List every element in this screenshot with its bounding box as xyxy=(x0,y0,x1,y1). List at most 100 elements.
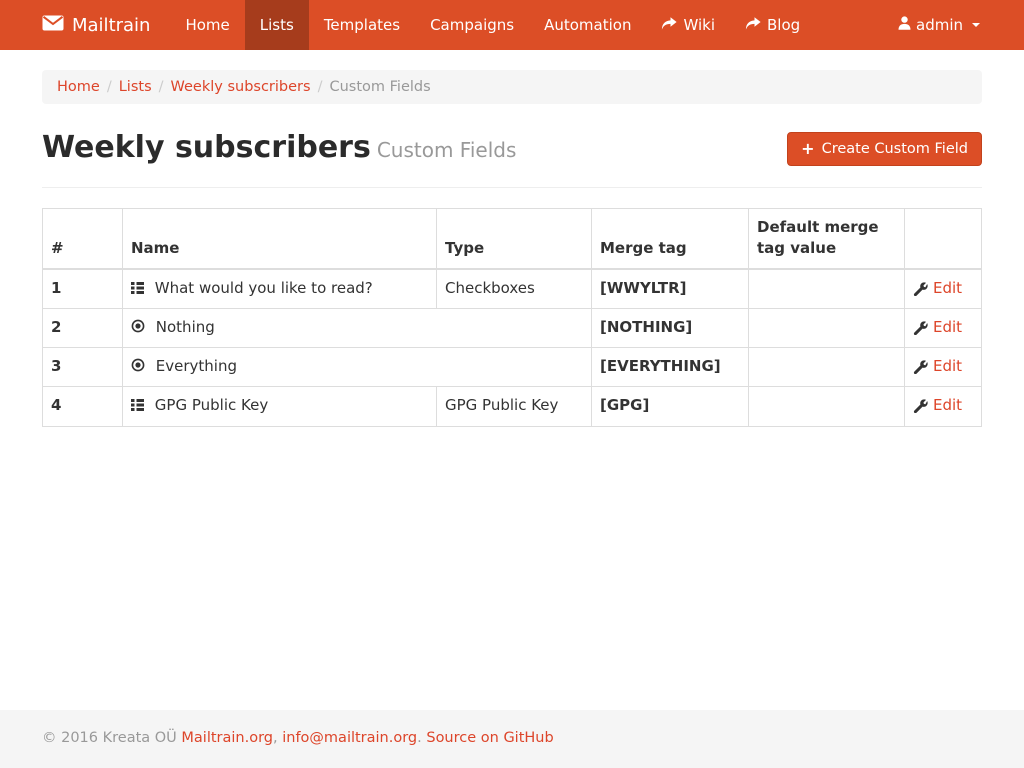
nav-label: Templates xyxy=(324,16,400,34)
brand-link[interactable]: Mailtrain xyxy=(42,0,170,50)
breadcrumb-separator: / xyxy=(152,79,171,95)
breadcrumb-separator: / xyxy=(311,79,330,95)
th-list-icon xyxy=(131,396,144,417)
footer-link-email[interactable]: info@mailtrain.org xyxy=(282,730,417,746)
footer-link-mailtrain[interactable]: Mailtrain.org xyxy=(181,730,273,746)
default-value-cell xyxy=(749,387,905,426)
nav-item-home: Home xyxy=(170,0,244,50)
create-custom-field-button[interactable]: + Create Custom Field xyxy=(787,132,982,166)
nav-item-blog: Blog xyxy=(730,0,815,50)
column-header-name: Name xyxy=(123,209,437,269)
row-number-cell: 3 xyxy=(43,348,123,387)
nav-item-wiki: Wiki xyxy=(646,0,730,50)
default-value-cell xyxy=(749,269,905,309)
share-icon xyxy=(661,16,677,34)
edit-label: Edit xyxy=(933,395,962,416)
nav-item-campaigns: Campaigns xyxy=(415,0,529,50)
wrench-icon xyxy=(913,395,928,416)
nav-label: Wiki xyxy=(683,16,715,34)
table-row: 2 Nothing [NOTHING] Edit xyxy=(43,308,982,347)
page-title-text: Weekly subscribers xyxy=(42,130,371,165)
field-name: Everything xyxy=(156,357,237,375)
brand-label: Mailtrain xyxy=(72,15,150,36)
user-menu[interactable]: admin xyxy=(883,0,982,50)
nav-label: Campaigns xyxy=(430,16,514,34)
footer-text: © 2016 Kreata OÜ Mailtrain.org, info@mai… xyxy=(42,710,982,768)
merge-tag-cell: [NOTHING] xyxy=(592,308,749,347)
table-row: 1 What would you like to read? Checkboxe… xyxy=(43,269,982,309)
default-value-cell xyxy=(749,348,905,387)
navbar: Mailtrain Home Lists Templates Campaigns… xyxy=(0,0,1024,50)
copyright-text: © 2016 Kreata OÜ xyxy=(42,730,181,746)
field-name: What would you like to read? xyxy=(155,279,373,297)
table-header-row: # Name Type Merge tag Default merge tag … xyxy=(43,209,982,269)
page-subtitle: Custom Fields xyxy=(377,138,517,162)
breadcrumb-current: Custom Fields xyxy=(329,79,430,95)
name-cell: GPG Public Key xyxy=(123,387,437,426)
footer: © 2016 Kreata OÜ Mailtrain.org, info@mai… xyxy=(0,710,1024,768)
footer-link-github[interactable]: Source on GitHub xyxy=(426,730,553,746)
nav-label: Automation xyxy=(544,16,631,34)
breadcrumb: Home/Lists/Weekly subscribers/Custom Fie… xyxy=(42,70,982,104)
name-cell: What would you like to read? xyxy=(123,269,437,309)
breadcrumb-home[interactable]: Home xyxy=(57,79,100,95)
field-name: Nothing xyxy=(156,318,215,336)
user-icon xyxy=(898,16,911,34)
edit-link[interactable]: Edit xyxy=(913,395,962,416)
field-name: GPG Public Key xyxy=(155,396,268,414)
merge-tag-cell: [WWYLTR] xyxy=(592,269,749,309)
edit-link[interactable]: Edit xyxy=(913,278,962,299)
wrench-icon xyxy=(913,278,928,299)
column-header-merge-tag: Merge tag xyxy=(592,209,749,269)
merge-tag-cell: [EVERYTHING] xyxy=(592,348,749,387)
nav-item-automation: Automation xyxy=(529,0,646,50)
breadcrumb-lists[interactable]: Lists xyxy=(119,79,152,95)
nav-item-templates: Templates xyxy=(309,0,415,50)
column-header-default-value: Default merge tag value xyxy=(749,209,905,269)
breadcrumb-weekly-subscribers[interactable]: Weekly subscribers xyxy=(171,79,311,95)
breadcrumb-separator: / xyxy=(100,79,119,95)
merge-tag-cell: [GPG] xyxy=(592,387,749,426)
record-icon xyxy=(131,357,145,378)
edit-link[interactable]: Edit xyxy=(913,356,962,377)
wrench-icon xyxy=(913,317,928,338)
create-button-label: Create Custom Field xyxy=(822,141,968,157)
custom-fields-table: # Name Type Merge tag Default merge tag … xyxy=(42,208,982,427)
th-list-icon xyxy=(131,279,144,300)
name-cell: Everything xyxy=(123,348,592,387)
actions-cell: Edit xyxy=(905,269,982,309)
table-row: 3 Everything [EVERYTHING] Edit xyxy=(43,348,982,387)
edit-link[interactable]: Edit xyxy=(913,317,962,338)
edit-label: Edit xyxy=(933,356,962,377)
row-number-cell: 4 xyxy=(43,387,123,426)
plus-icon: + xyxy=(801,141,814,157)
column-header-type: Type xyxy=(437,209,592,269)
wrench-icon xyxy=(913,356,928,377)
type-cell: Checkboxes xyxy=(437,269,592,309)
nav-label: Blog xyxy=(767,16,800,34)
nav-label: Home xyxy=(185,16,229,34)
name-cell: Nothing xyxy=(123,308,592,347)
footer-separator: . xyxy=(417,730,426,746)
actions-cell: Edit xyxy=(905,308,982,347)
row-number-cell: 1 xyxy=(43,269,123,309)
user-label: admin xyxy=(916,16,963,34)
edit-label: Edit xyxy=(933,278,962,299)
table-row: 4 GPG Public Key GPG Public Key [GPG] Ed… xyxy=(43,387,982,426)
envelope-icon xyxy=(42,15,64,36)
type-cell: GPG Public Key xyxy=(437,387,592,426)
nav-label: Lists xyxy=(260,16,294,34)
footer-separator: , xyxy=(273,730,282,746)
row-number-cell: 2 xyxy=(43,308,123,347)
page-title: Weekly subscribersCustom Fields xyxy=(42,130,516,165)
share-icon xyxy=(745,16,761,34)
caret-down-icon xyxy=(972,23,980,27)
header-divider xyxy=(42,187,982,188)
record-icon xyxy=(131,318,145,339)
actions-cell: Edit xyxy=(905,348,982,387)
nav-item-lists: Lists xyxy=(245,0,309,50)
default-value-cell xyxy=(749,308,905,347)
main-nav: Home Lists Templates Campaigns Automatio… xyxy=(170,0,815,50)
edit-label: Edit xyxy=(933,317,962,338)
actions-cell: Edit xyxy=(905,387,982,426)
